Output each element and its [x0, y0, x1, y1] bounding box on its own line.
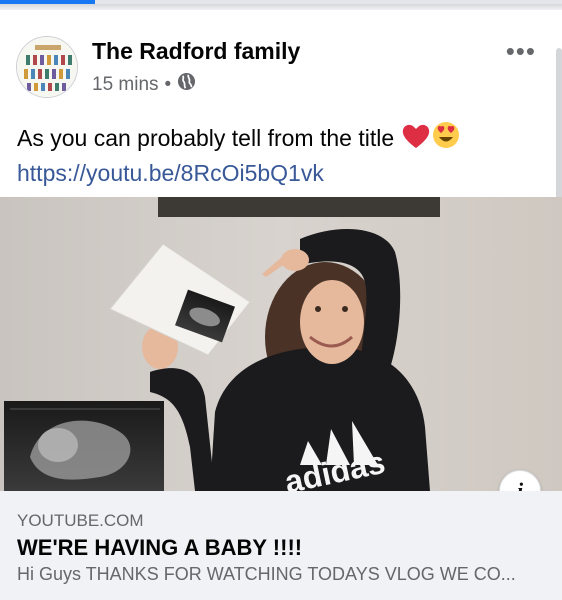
post-body: As you can probably tell from the title … [17, 120, 547, 189]
link-title[interactable]: WE'RE HAVING A BABY !!!! [17, 535, 302, 561]
top-strip [0, 0, 562, 10]
post-meta: 15 mins • [92, 72, 196, 97]
video-thumbnail[interactable]: adidas [0, 197, 562, 491]
post-link[interactable]: https://youtu.be/8RcOi5bQ1vk [17, 158, 547, 189]
post-timestamp[interactable]: 15 mins [92, 74, 159, 96]
link-description: Hi Guys THANKS FOR WATCHING TODAYS VLOG … [17, 564, 516, 584]
link-domain: YOUTUBE.COM [17, 511, 144, 530]
header-shadow [0, 4, 562, 10]
heart-eyes-emoji [431, 120, 461, 158]
thumbnail-image: adidas [0, 197, 562, 491]
red-heart-emoji [401, 122, 431, 158]
link-preview-card[interactable]: YOUTUBE.COM WE'RE HAVING A BABY !!!! Hi … [0, 491, 562, 600]
page-avatar[interactable] [16, 36, 78, 98]
boots-pattern-image [17, 37, 77, 97]
post-text-line: As you can probably tell from the title [17, 125, 395, 151]
more-options-icon[interactable]: ••• [506, 36, 536, 67]
meta-separator: • [164, 73, 172, 95]
post-header: The Radford family 15 mins • ••• [0, 22, 562, 112]
post-author-name[interactable]: The Radford family [92, 38, 300, 65]
globe-icon [177, 72, 196, 97]
